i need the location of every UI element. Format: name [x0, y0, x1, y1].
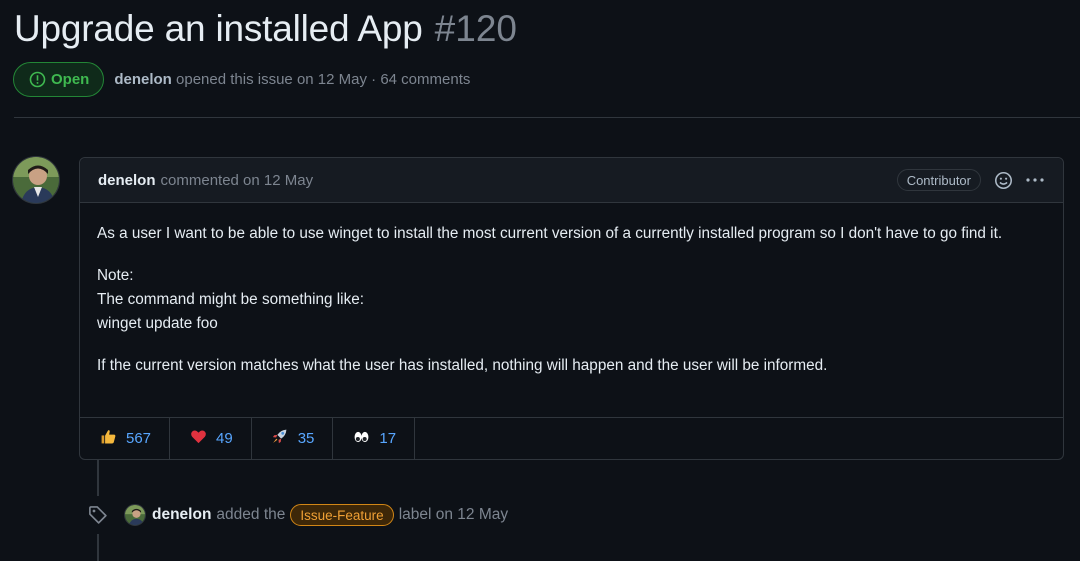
comment-author-link[interactable]: denelon [98, 172, 156, 189]
comment-timestamp[interactable]: commented on 12 May [161, 172, 314, 189]
timeline-line-top [97, 460, 99, 496]
reaction-thumbs-up[interactable]: 567 [80, 418, 171, 459]
timeline-line-bottom [97, 534, 99, 561]
event-suffix-text: label on 12 May [398, 506, 509, 523]
comment-paragraph: If the current version matches what the … [97, 357, 828, 374]
timeline-label-event: denelon added the Issue-Feature label on… [88, 504, 508, 526]
comment-box: denelon commented on 12 May Contributor … [79, 157, 1064, 460]
issue-meta: Open denelon opened this issue on 12 May… [13, 62, 470, 97]
comment-body: As a user I want to be able to use winge… [80, 203, 1063, 378]
reaction-rocket[interactable]: 35 [252, 418, 334, 459]
event-action-text: added the [216, 506, 286, 523]
reactions-bar: 567 49 35 17 [80, 417, 1063, 459]
note-line: The command might be something like: [97, 291, 364, 308]
tag-icon [88, 505, 108, 525]
reaction-eyes[interactable]: 17 [333, 418, 416, 459]
issue-author-link[interactable]: denelon [114, 71, 172, 88]
avatar[interactable] [12, 156, 60, 204]
issue-title: Upgrade an installed App [14, 8, 423, 49]
thumbs-up-icon [99, 428, 117, 449]
reaction-count: 567 [126, 430, 152, 447]
comment-header-actions: Contributor [896, 169, 1045, 191]
comment-paragraph: As a user I want to be able to use winge… [97, 225, 1003, 242]
reaction-heart[interactable]: 49 [170, 418, 252, 459]
reaction-count: 17 [379, 430, 397, 447]
status-badge: Open [13, 62, 105, 97]
issue-opened-text: opened this issue on 12 May · 64 comment… [176, 71, 471, 88]
issue-meta-text: denelon opened this issue on 12 May · 64… [114, 71, 470, 88]
comment-note: Note: The command might be something lik… [97, 264, 1046, 336]
eyes-icon [352, 428, 370, 449]
event-author-link[interactable]: denelon [152, 506, 211, 524]
avatar[interactable] [124, 504, 146, 526]
note-line: Note: [97, 267, 134, 284]
issue-feature-label[interactable]: Issue-Feature [290, 504, 394, 526]
reaction-count: 35 [297, 430, 315, 447]
issue-title-row: Upgrade an installed App #120 [14, 8, 517, 50]
issue-opened-icon [29, 71, 46, 88]
heart-icon [189, 428, 207, 449]
reaction-count: 49 [216, 430, 233, 447]
comment-header: denelon commented on 12 May Contributor [80, 158, 1063, 203]
note-line: winget update foo [97, 315, 218, 332]
header-divider [14, 117, 1080, 118]
more-options-icon[interactable] [1025, 170, 1045, 190]
add-reaction-icon[interactable] [993, 170, 1013, 190]
contributor-badge: Contributor [896, 169, 981, 191]
issue-number: #120 [434, 8, 517, 49]
status-label: Open [51, 71, 90, 88]
rocket-icon [271, 428, 289, 449]
